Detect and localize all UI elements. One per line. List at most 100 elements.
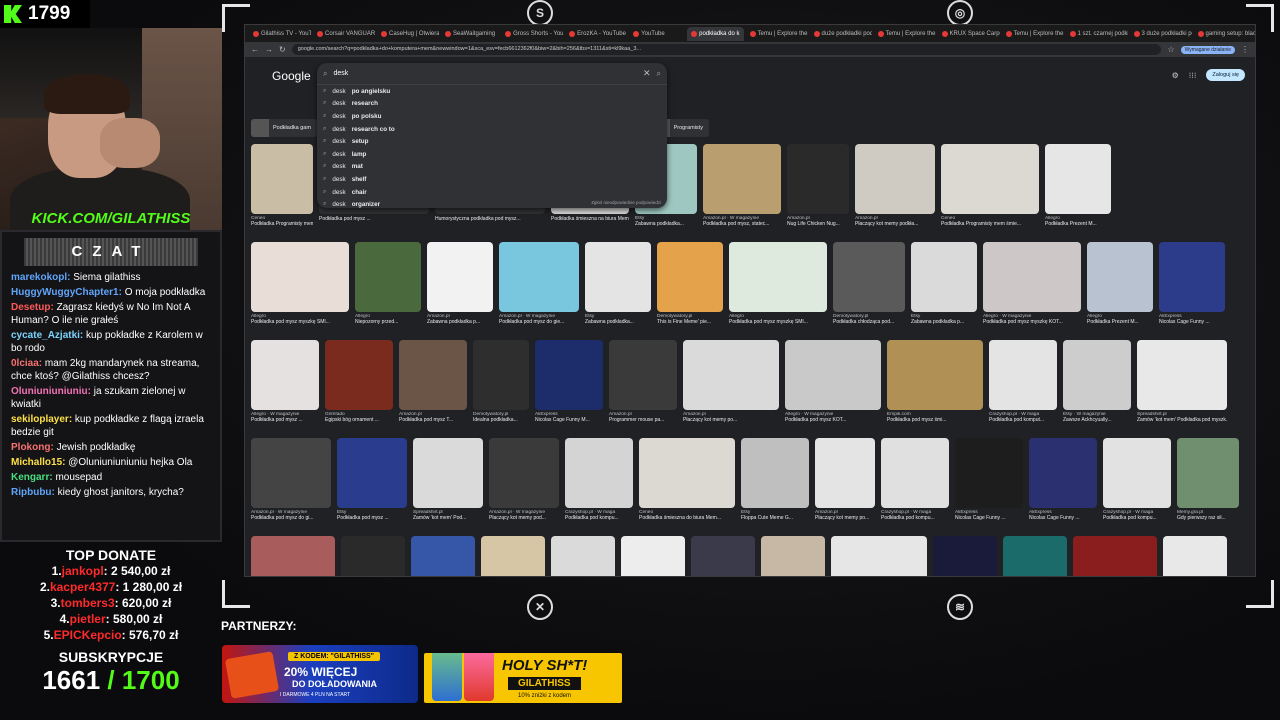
image-result[interactable]: Amazon.pl Płaczący kot memy po... <box>815 438 875 526</box>
result-title[interactable]: Nicolas Cage Funny ... <box>1159 319 1225 325</box>
result-title[interactable]: Floppa Cute Meme G... <box>741 515 809 521</box>
browser-tab[interactable]: KRUX Space Carpet <box>938 27 1000 41</box>
result-thumbnail[interactable] <box>1087 242 1153 312</box>
result-title[interactable]: Podkładka pod kompu... <box>881 515 949 521</box>
result-title[interactable]: Podkładka pod mysz ... <box>319 216 429 222</box>
browser-tab[interactable]: Temu | Explore the <box>874 27 936 41</box>
image-result[interactable] <box>933 536 997 576</box>
result-title[interactable]: Płaczący kot memy podkła... <box>855 221 935 227</box>
image-result[interactable]: AliExpress Nicolas Cage Funny ... <box>955 438 1023 526</box>
result-title[interactable]: Podkładka pod komput... <box>989 417 1057 423</box>
result-thumbnail[interactable] <box>355 242 421 312</box>
browser-tab[interactable]: CaseHug | Otwieraj <box>377 27 439 41</box>
image-result[interactable]: Amazon.pl · W magazynie Podkładka pod mys… <box>703 144 781 232</box>
result-title[interactable]: Płaczący kot memy po... <box>683 417 779 423</box>
result-thumbnail[interactable] <box>473 340 529 410</box>
suggestion-item[interactable]: ⌕ desk research co to <box>317 123 667 136</box>
result-title[interactable]: Zamów 'kot mem' Podkładka pod myszk... <box>1137 417 1227 423</box>
result-thumbnail[interactable] <box>251 242 349 312</box>
forward-icon[interactable]: → <box>265 45 273 54</box>
image-result[interactable]: Crazyshop.pl · W maga Podkładka pod kompu… <box>1103 438 1171 526</box>
search-input[interactable]: desk <box>333 70 348 77</box>
image-result[interactable]: Etsy · W magazynie Zawsze Ackhcyually... <box>1063 340 1131 428</box>
result-thumbnail[interactable] <box>657 242 723 312</box>
apps-icon[interactable]: ⁝⁝⁝ <box>1189 71 1197 80</box>
browser-tab[interactable]: podkładka do k <box>687 26 744 41</box>
result-title[interactable]: Niepozorny przed... <box>355 319 421 325</box>
image-result[interactable]: Etsy Floppa Cute Meme G... <box>741 438 809 526</box>
image-result[interactable]: Demotywatory.pl This is Fine Meme' pie... <box>657 242 723 330</box>
image-result[interactable]: Amazon.pl Programmer mouse pa... <box>609 340 677 428</box>
result-thumbnail[interactable] <box>741 438 809 508</box>
suggestion-item[interactable]: ⌕ desk po angielsku <box>317 85 667 98</box>
result-thumbnail[interactable] <box>787 144 849 214</box>
image-result[interactable]: Demotywatory.pl Podkładka chłodząca pod..… <box>833 242 905 330</box>
image-result[interactable] <box>411 536 475 576</box>
image-result[interactable]: CeneoPodkładka Programisty mem śmie... <box>251 144 313 232</box>
result-thumbnail[interactable] <box>325 340 393 410</box>
image-result[interactable]: Amazon.pl · W magazynie Podkładka pod mys… <box>499 242 579 330</box>
result-thumbnail[interactable] <box>609 340 677 410</box>
result-title[interactable]: Płaczący kot memy pod... <box>489 515 559 521</box>
result-title[interactable]: Podkładka pod mysz śmi... <box>887 417 983 423</box>
result-title[interactable]: Podkładka pod mysz myszkę KOT... <box>983 319 1081 325</box>
result-title[interactable]: Podkładka pod mysz myszkę ŚMI... <box>729 319 827 325</box>
result-title[interactable]: Podkładka pod mysz myszkę ŚMI... <box>251 319 349 325</box>
result-thumbnail[interactable] <box>1045 144 1111 214</box>
image-result[interactable]: Allegro · W magazynie Podkładka pod mysz … <box>251 340 319 428</box>
browser-tab[interactable]: Corsair VANGUARD <box>313 27 375 41</box>
image-result[interactable] <box>1073 536 1157 576</box>
result-title[interactable]: Podkładka śmieszna na biura Mem... <box>551 216 629 222</box>
image-result[interactable]: Etsy Zabawna podkładka... <box>585 242 651 330</box>
result-thumbnail[interactable] <box>1159 242 1225 312</box>
result-title[interactable]: Zawsze Ackhcyually... <box>1063 417 1131 423</box>
browser-tab[interactable]: Gross Shorts - YouTu <box>501 27 563 41</box>
result-thumbnail[interactable] <box>691 536 755 576</box>
image-result[interactable]: Amazon.pl Zabawna podkładka p... <box>427 242 493 330</box>
image-result[interactable] <box>551 536 615 576</box>
result-thumbnail[interactable] <box>341 536 405 576</box>
result-title[interactable]: This is Fine Meme' pie... <box>657 319 723 325</box>
image-result[interactable]: CeneoPodkładka Programisty mem śmie... <box>941 144 1039 232</box>
suggestion-item[interactable]: ⌕ desk setup <box>317 135 667 148</box>
result-title[interactable]: Nicolas Cage Funny ... <box>1029 515 1097 521</box>
result-thumbnail[interactable] <box>621 536 685 576</box>
result-thumbnail[interactable] <box>989 340 1057 410</box>
image-result[interactable]: Ceneo Podkładka śmieszna do biura Mem... <box>639 438 735 526</box>
clear-icon[interactable]: ✕ <box>643 68 651 79</box>
filter-chip[interactable]: Podkładka gam <box>251 119 317 137</box>
suggestion-item[interactable]: ⌕ desk research <box>317 98 667 111</box>
image-result[interactable]: Grimfado Egipski bóg ornament ... <box>325 340 393 428</box>
image-result[interactable]: Amazon.pl Podkładka pod mysz T... <box>399 340 467 428</box>
image-result[interactable]: Allegro Podkładka pod mysz myszkę ŚMI... <box>729 242 827 330</box>
search-submit-icon[interactable]: ⌕ <box>657 69 661 79</box>
result-title[interactable]: Zabawna podkładka... <box>585 319 651 325</box>
result-title[interactable]: Płaczący kot memy po... <box>815 515 875 521</box>
browser-tab[interactable]: gaming setup: black <box>1194 27 1255 41</box>
result-title[interactable]: Zabawna podkładka p... <box>911 319 977 325</box>
result-thumbnail[interactable] <box>251 536 335 576</box>
browser-tab[interactable]: YouTube <box>629 27 685 41</box>
result-thumbnail[interactable] <box>413 438 483 508</box>
browser-tab[interactable]: SeaWaitgaming <box>441 27 499 41</box>
image-result[interactable] <box>1003 536 1067 576</box>
image-result[interactable]: Allegro Podkładka Prezent M... <box>1045 144 1111 232</box>
gear-icon[interactable]: ⚙ <box>1172 71 1179 80</box>
result-thumbnail[interactable] <box>683 340 779 410</box>
result-thumbnail[interactable] <box>933 536 997 576</box>
result-thumbnail[interactable] <box>881 438 949 508</box>
image-result[interactable]: Amazon.pl · W magazynie Płaczący kot memy… <box>489 438 559 526</box>
result-thumbnail[interactable] <box>955 438 1023 508</box>
image-result[interactable]: Crazyshop.pl · W maga Podkładka pod kompu… <box>989 340 1057 428</box>
image-result[interactable]: Spreadshirt.pl Zamów 'kot mem' Pod... <box>413 438 483 526</box>
result-thumbnail[interactable] <box>831 536 927 576</box>
image-result[interactable]: Allegro Niepozorny przed... <box>355 242 421 330</box>
url-field[interactable]: google.com/search?q=podkładka+do+kompute… <box>291 44 1162 55</box>
suggestion-item[interactable]: ⌕ desk chair <box>317 186 667 199</box>
image-result[interactable]: Amazon.pl Płaczący kot memy po... <box>683 340 779 428</box>
result-thumbnail[interactable] <box>1073 536 1157 576</box>
result-title[interactable]: Podkładka Programisty mem śmie... <box>251 221 313 227</box>
result-title[interactable]: Podkładka pod kompu... <box>1103 515 1171 521</box>
result-title[interactable]: Podkładka pod mysz, statec... <box>703 221 781 227</box>
result-thumbnail[interactable] <box>565 438 633 508</box>
